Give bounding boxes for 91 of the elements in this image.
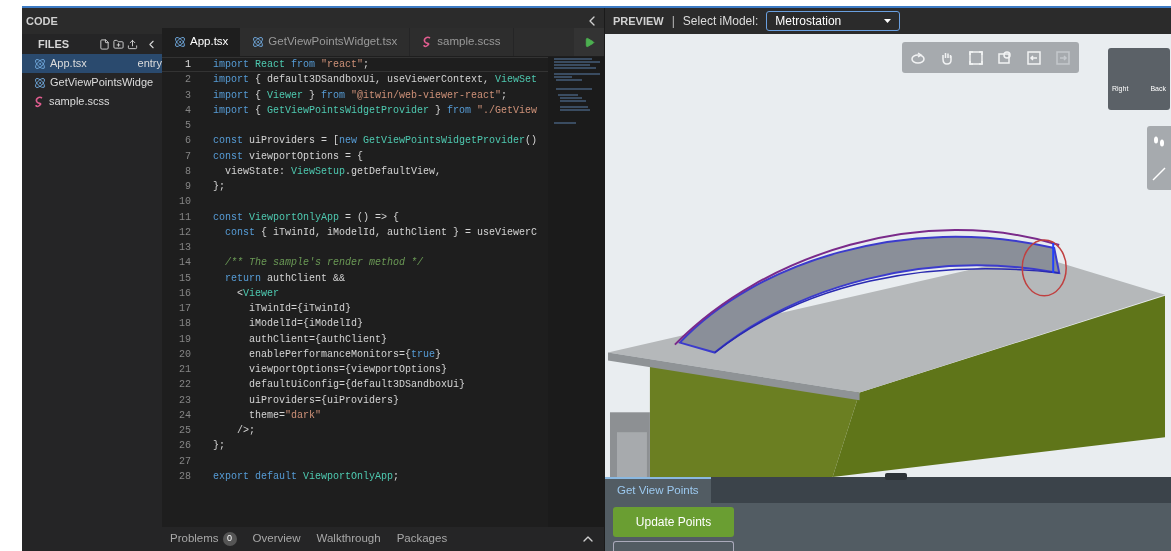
fit-view-icon [968, 49, 984, 66]
count-badge: 0 [222, 532, 237, 546]
resize-grip[interactable] [885, 473, 907, 480]
dropdown-caret-icon [884, 19, 892, 23]
line-number: 20 [178, 347, 192, 362]
file-name: App.tsx [50, 56, 88, 72]
next-view-icon [1055, 49, 1071, 66]
sass-icon [34, 95, 45, 108]
line-number: 28 [178, 469, 192, 484]
code-line: iTwinId={iTwinId} [248, 302, 352, 317]
line-number: 16 [178, 286, 192, 301]
play-icon [583, 36, 595, 48]
line-number: 25 [178, 424, 192, 439]
widget-tab[interactable]: Get View Points [605, 477, 711, 503]
line-number: 22 [178, 378, 192, 393]
react-icon [174, 36, 186, 48]
file-item[interactable]: App.tsx entry [22, 54, 162, 73]
line-number: 1 [184, 58, 192, 73]
separator: | [671, 13, 675, 30]
file-item[interactable]: sample.scss [22, 92, 162, 111]
line-number: 23 [178, 393, 192, 408]
file-name: sample.scss [49, 94, 111, 110]
line-number: 4 [184, 103, 192, 118]
rotate-icon [910, 49, 926, 66]
line-number: 10 [178, 195, 192, 210]
file-item[interactable]: GetViewPointsWidge [22, 73, 162, 92]
line-number: 11 [178, 210, 192, 225]
line-number: 7 [184, 149, 192, 164]
react-icon [34, 57, 46, 70]
panel-title: CODE [26, 13, 58, 29]
line-number: 17 [178, 302, 192, 317]
files-title: FILES [38, 36, 70, 52]
line-number: 5 [184, 119, 192, 134]
window-zoom-icon [997, 49, 1013, 66]
line-number: 27 [178, 454, 192, 469]
run-button[interactable] [574, 28, 604, 56]
code-line: }; [213, 180, 225, 195]
new-folder-icon[interactable] [113, 38, 124, 50]
code-line: /** The sample's render method */ [224, 256, 424, 271]
line-number: 26 [178, 439, 192, 454]
code-line: }; [213, 439, 225, 454]
preview-title: PREVIEW [613, 13, 664, 29]
file-name: GetViewPointsWidge [50, 75, 155, 91]
code-line: enablePerformanceMonitors={true} [248, 347, 442, 362]
code-line: viewState: ViewSetup.getDefaultView, [224, 164, 442, 179]
code-line: <Viewer [236, 286, 280, 301]
previous-view-icon [1026, 49, 1042, 66]
code-line: defaultUiConfig={default3DSandboxUi} [248, 378, 466, 393]
code-line: const ViewportOnlyApp = () => { [213, 210, 400, 225]
code-line: />; [236, 424, 255, 439]
code-line: import { GetViewPointsWidgetProvider } from "./GetView [213, 103, 538, 118]
code-line: const uiProviders = [new GetViewPointsWidgetProvider() [213, 134, 538, 149]
code-line: const { iTwinId, iModelId, authClient } = useViewerC [224, 225, 538, 240]
code-line: viewportOptions={viewportOptions} [248, 363, 448, 378]
bottom-tab[interactable]: Problems 0 [170, 530, 237, 548]
code-line: iModelId={iModelId} [248, 317, 364, 332]
code-line: import React from "react"; [213, 58, 370, 73]
line-number: 2 [184, 73, 192, 88]
line-number: 13 [178, 241, 192, 256]
line-number: 12 [178, 225, 192, 240]
imodel-select[interactable]: Metrostation [766, 11, 901, 31]
entry-label: entry [137, 56, 162, 72]
line-number: 21 [178, 363, 192, 378]
code-line: import { default3DSandboxUi, useViewerContext, ViewSet [213, 73, 538, 88]
code-line: export default ViewportOnlyApp; [213, 469, 400, 484]
upload-icon[interactable] [127, 38, 138, 50]
line-number: 15 [178, 271, 192, 286]
react-icon [34, 76, 46, 89]
bottom-tab[interactable]: Overview [252, 530, 301, 548]
select-label: Select iModel: [682, 13, 759, 30]
line-number: 24 [178, 408, 192, 423]
line-number: 3 [184, 88, 192, 103]
new-file-icon[interactable] [99, 38, 110, 50]
line-number: 9 [184, 180, 192, 195]
bottom-tab[interactable]: Packages [396, 530, 448, 548]
line-number: 18 [178, 317, 192, 332]
code-line: uiProviders={uiProviders} [248, 393, 400, 408]
secondary-button[interactable] [613, 541, 734, 551]
bottom-tab[interactable]: Walkthrough [316, 530, 381, 548]
react-icon [252, 36, 265, 48]
line-number: 14 [178, 256, 192, 271]
code-line: const viewportOptions = { [213, 149, 364, 164]
line-number: 6 [184, 134, 192, 149]
line-number: 19 [178, 332, 192, 347]
code-line: authClient={authClient} [248, 332, 388, 347]
minimap-drawing [552, 57, 602, 127]
code-line: theme="dark" [248, 408, 322, 423]
code-line: import { Viewer } from "@itwin/web-viewer-react"; [213, 88, 508, 103]
code-line: return authClient && [224, 271, 346, 286]
line-number: 8 [184, 164, 192, 179]
editor-tab[interactable]: App.tsx [162, 28, 241, 56]
